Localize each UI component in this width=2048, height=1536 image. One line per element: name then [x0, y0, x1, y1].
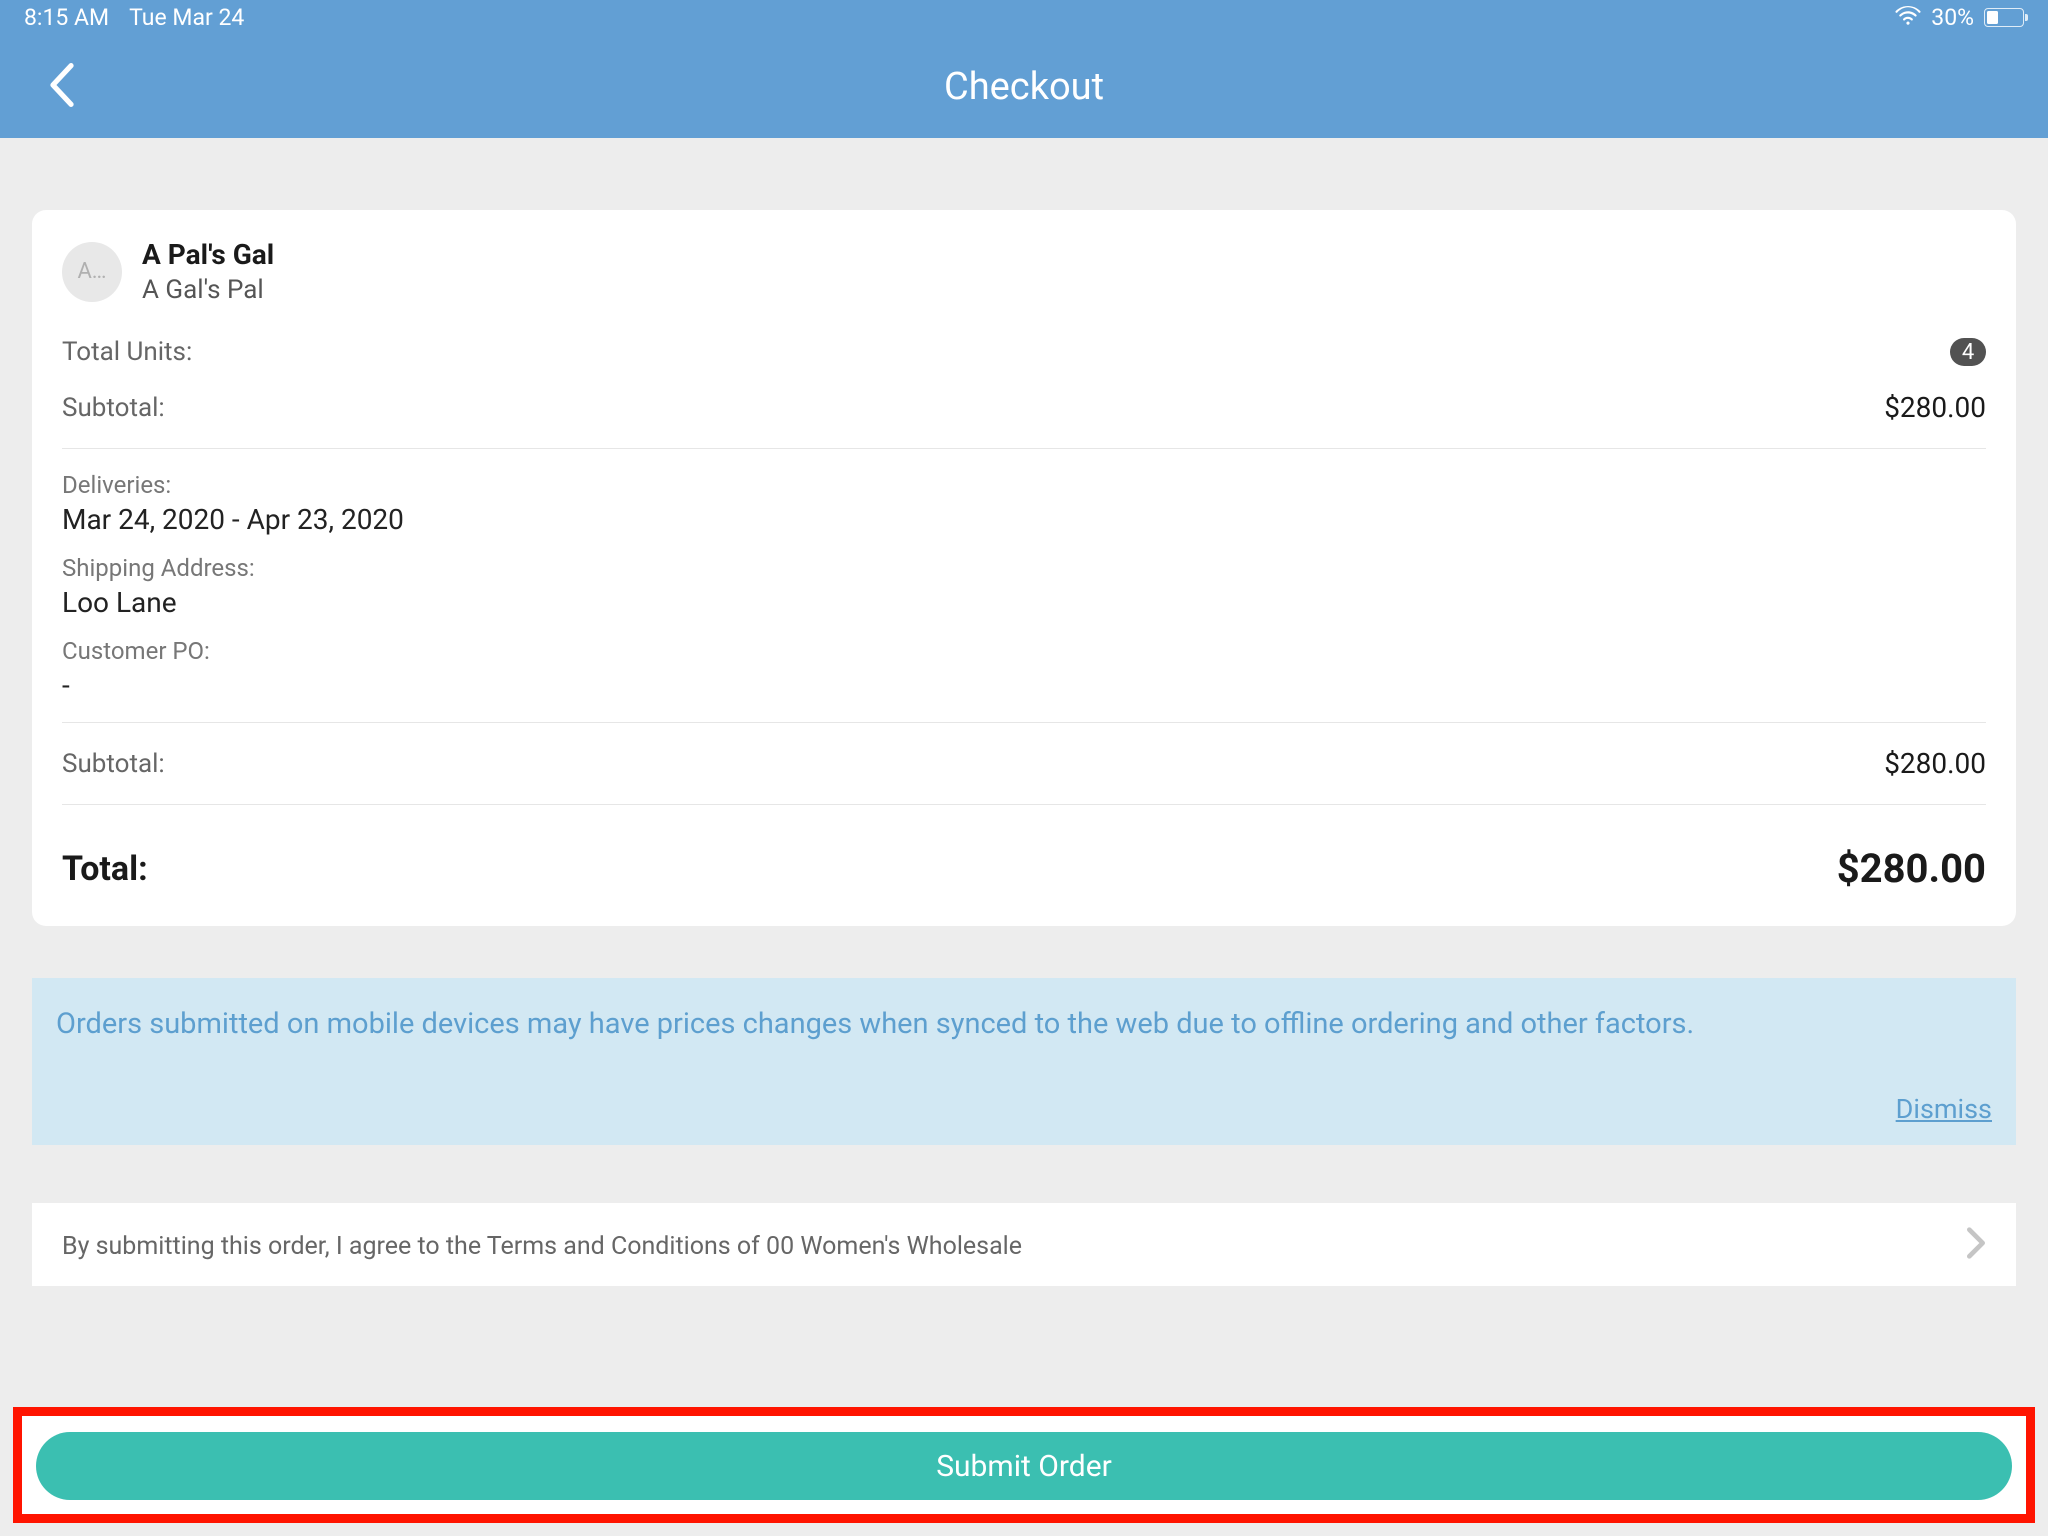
battery-icon [1984, 8, 2024, 27]
shipping-address-value: Loo Lane [62, 586, 1986, 619]
info-banner: Orders submitted on mobile devices may h… [32, 978, 2016, 1145]
chevron-right-icon [1966, 1227, 1986, 1266]
shipping-address-label: Shipping Address: [62, 554, 1986, 582]
subtotal-label: Subtotal: [62, 393, 165, 423]
info-banner-text: Orders submitted on mobile devices may h… [56, 1004, 1992, 1045]
status-date: Tue Mar 24 [129, 4, 244, 31]
checkout-card: A… A Pal's Gal A Gal's Pal Total Units: … [32, 210, 2016, 926]
customer-po-label: Customer PO: [62, 637, 1986, 665]
page-title: Checkout [944, 65, 1104, 109]
subtotal-label-2: Subtotal: [62, 749, 165, 779]
back-button[interactable] [48, 63, 76, 111]
customer-name: A Pal's Gal [142, 238, 274, 271]
deliveries-label: Deliveries: [62, 471, 1986, 499]
customer-po-value: - [62, 669, 1986, 702]
dismiss-link[interactable]: Dismiss [1896, 1093, 1992, 1125]
submit-order-button[interactable]: Submit Order [36, 1432, 2012, 1500]
terms-row[interactable]: By submitting this order, I agree to the… [32, 1203, 2016, 1286]
customer-avatar: A… [62, 242, 122, 302]
subtotal-value: $280.00 [1884, 391, 1986, 424]
nav-bar: Checkout [0, 35, 2048, 138]
submit-highlight: Submit Order [13, 1407, 2035, 1523]
status-time: 8:15 AM [24, 4, 109, 31]
battery-percent: 30% [1931, 4, 1974, 31]
subtotal-value-2: $280.00 [1884, 747, 1986, 780]
total-value: $280.00 [1837, 845, 1986, 892]
wifi-icon [1895, 4, 1921, 31]
total-units-label: Total Units: [62, 337, 192, 367]
total-label: Total: [62, 849, 148, 889]
deliveries-value: Mar 24, 2020 - Apr 23, 2020 [62, 503, 1986, 536]
terms-text: By submitting this order, I agree to the… [62, 1232, 1022, 1261]
customer-subtitle: A Gal's Pal [142, 275, 274, 305]
total-units-badge: 4 [1950, 338, 1986, 366]
status-bar: 8:15 AM Tue Mar 24 30% [0, 0, 2048, 35]
